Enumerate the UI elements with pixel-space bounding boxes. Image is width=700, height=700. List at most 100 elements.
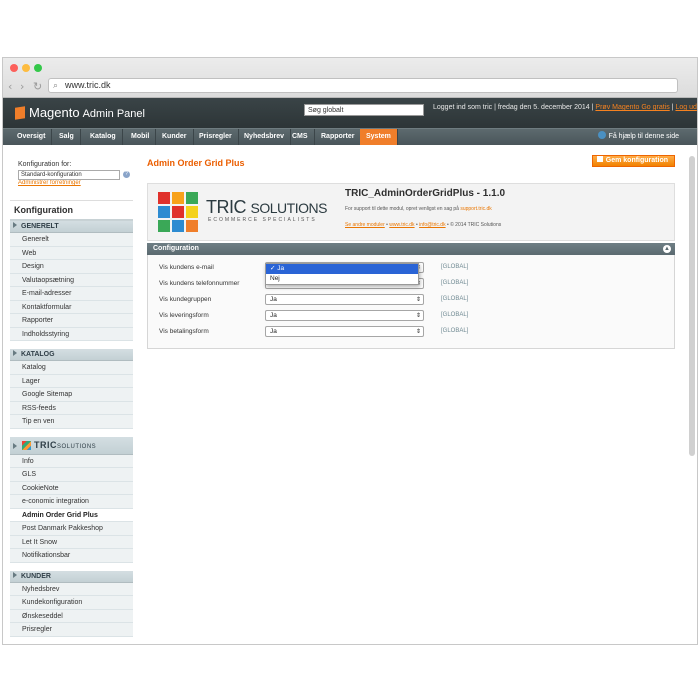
forward-icon[interactable]: › xyxy=(20,80,24,93)
select-arrows-icon: ⇕ xyxy=(415,297,421,303)
maximize-window-button[interactable] xyxy=(34,64,42,72)
sidebar: Konfiguration for: Standard-konfiguratio… xyxy=(10,103,133,637)
scope-label: Konfiguration for: xyxy=(18,161,72,168)
address-bar[interactable]: ⌕ www.tric.dk xyxy=(48,78,678,93)
extension-name: TRIC_AdminOrderGridPlus - 1.1.0 xyxy=(345,188,506,199)
browser-chrome: ‹ › ↻ ⌕ www.tric.dk xyxy=(3,58,697,98)
manage-stores-link[interactable]: Administrer forretninger xyxy=(18,180,133,186)
close-window-button[interactable] xyxy=(10,64,18,72)
field-row-customer-group: Vis kundegruppen Ja ⇕ [GLOBAL] xyxy=(159,294,669,306)
sidebar-item-email-adresser[interactable]: E-mail-adresser xyxy=(10,287,133,301)
sidebar-item-nyhedsbrev[interactable]: Nyhedsbrev xyxy=(10,582,133,596)
brand-name: TRIC xyxy=(206,197,247,217)
section-header[interactable]: Configuration ▲ xyxy=(147,243,675,255)
select-value: Ja xyxy=(270,328,277,335)
sidebar-item-let-it-snow[interactable]: Let It Snow xyxy=(10,535,133,549)
sidebar-group-tric[interactable]: TRICSOLUTIONS xyxy=(10,436,133,455)
page-scrollbar[interactable] xyxy=(689,156,695,456)
main-content: Admin Order Grid Plus Gem konfiguration … xyxy=(147,97,675,349)
brand-suffix: SOLUTIONS xyxy=(250,200,328,216)
scope-help-icon[interactable]: ? xyxy=(123,171,130,178)
sidebar-item-rss-feeds[interactable]: RSS-feeds xyxy=(10,401,133,415)
sidebar-item-oenskeseddel[interactable]: Ønskeseddel xyxy=(10,609,133,623)
support-text: For support til dette modul, opret venli… xyxy=(345,206,492,212)
chevron-right-icon xyxy=(13,222,17,228)
field-label: Vis leveringsform xyxy=(159,312,209,319)
scope-select-value: Standard-konfiguration xyxy=(21,172,82,178)
scope-badge: [GLOBAL] xyxy=(441,280,469,286)
sidebar-item-cookienote[interactable]: CookieNote xyxy=(10,481,133,495)
brand-tagline: ECOMMERCE SPECIALISTS xyxy=(208,217,317,223)
scope-badge: [GLOBAL] xyxy=(441,264,469,270)
group-label: GENERELT xyxy=(21,223,59,230)
scope-badge: [GLOBAL] xyxy=(441,312,469,318)
sidebar-item-katalog[interactable]: Katalog xyxy=(10,361,133,375)
sidebar-item-gls[interactable]: GLS xyxy=(10,468,133,482)
sidebar-item-generelt[interactable]: Generelt xyxy=(10,233,133,247)
group-label: KATALOG xyxy=(21,351,55,358)
tric-label-small: SOLUTIONS xyxy=(57,443,97,450)
save-config-button[interactable]: Gem konfiguration xyxy=(591,155,675,167)
sidebar-item-valuta[interactable]: Valutaopsætning xyxy=(10,273,133,287)
field-label: Vis kundens telefonnummer xyxy=(159,280,240,287)
scope-badge: [GLOBAL] xyxy=(441,328,469,334)
collapse-icon[interactable]: ▲ xyxy=(663,245,671,253)
other-modules-link[interactable]: Se andre moduler xyxy=(345,222,385,228)
sidebar-item-prisregler[interactable]: Prisregler xyxy=(10,623,133,637)
reload-icon[interactable]: ↻ xyxy=(33,80,42,93)
chevron-right-icon xyxy=(13,571,17,578)
group-label: KUNDER xyxy=(21,572,51,580)
select-arrows-icon: ⇕ xyxy=(415,329,421,335)
sidebar-item-info[interactable]: Info xyxy=(10,454,133,468)
support-label: For support til dette modul, opret venli… xyxy=(345,206,459,212)
save-icon xyxy=(596,156,603,162)
dropdown-option-ja[interactable]: ✓ Ja xyxy=(266,264,418,274)
sidebar-item-lager[interactable]: Lager xyxy=(10,374,133,388)
payment-select[interactable]: Ja ⇕ xyxy=(265,326,424,337)
email-link[interactable]: info@tric.dk xyxy=(419,222,445,228)
website-link[interactable]: www.tric.dk xyxy=(389,222,414,228)
field-row-shipping: Vis leveringsform Ja ⇕ [GLOBAL] xyxy=(159,310,669,322)
sidebar-item-kundekonfiguration[interactable]: Kundekonfiguration xyxy=(10,596,133,610)
sidebar-group-katalog[interactable]: KATALOG xyxy=(10,349,133,361)
support-link[interactable]: support.tric.dk xyxy=(460,206,491,212)
sidebar-title: Konfiguration xyxy=(10,200,133,221)
chevron-right-icon xyxy=(13,350,17,356)
field-row-payment: Vis betalingsform Ja ⇕ [GLOBAL] xyxy=(159,326,669,338)
sidebar-group-generelt[interactable]: GENERELT xyxy=(10,221,133,233)
sidebar-item-rapporter[interactable]: Rapporter xyxy=(10,314,133,328)
customer-group-select[interactable]: Ja ⇕ xyxy=(265,294,424,305)
minimize-window-button[interactable] xyxy=(22,64,30,72)
sidebar-item-google-sitemap[interactable]: Google Sitemap xyxy=(10,388,133,402)
scope-select[interactable]: Standard-konfiguration xyxy=(18,170,120,180)
section-title: Configuration xyxy=(153,245,199,252)
search-icon: ⌕ xyxy=(53,80,59,90)
logout-link[interactable]: Log ud xyxy=(675,104,696,111)
sidebar-item-tip-en-ven[interactable]: Tip en ven xyxy=(10,415,133,429)
tric-label: TRIC xyxy=(34,439,57,450)
banner-links: Se andre moduler • www.tric.dk • info@tr… xyxy=(345,222,502,228)
tric-logo-icon xyxy=(22,440,31,450)
sidebar-item-indholdsstyring[interactable]: Indholdsstyring xyxy=(10,327,133,341)
dropdown-option-nej[interactable]: Nej xyxy=(266,274,418,284)
field-label: Vis kundens e-mail xyxy=(159,264,214,271)
select-value: Ja xyxy=(270,296,277,303)
back-icon[interactable]: ‹ xyxy=(8,80,12,93)
tric-brand: TRIC SOLUTIONS xyxy=(206,197,327,218)
sidebar-item-web[interactable]: Web xyxy=(10,246,133,260)
sidebar-item-design[interactable]: Design xyxy=(10,260,133,274)
sidebar-item-post-danmark[interactable]: Post Danmark Pakkeshop xyxy=(10,522,133,536)
address-url: www.tric.dk xyxy=(65,80,111,90)
select-value: Ja xyxy=(270,312,277,319)
shipping-select[interactable]: Ja ⇕ xyxy=(265,310,424,321)
sidebar-item-notifikationsbar[interactable]: Notifikationsbar xyxy=(10,549,133,563)
scope-badge: [GLOBAL] xyxy=(441,296,469,302)
sidebar-item-admin-order-grid-plus[interactable]: Admin Order Grid Plus xyxy=(10,508,133,522)
sidebar-item-kontaktformular[interactable]: Kontaktformular xyxy=(10,300,133,314)
copyright-text: © 2014 TRIC Solutions xyxy=(450,222,502,228)
sidebar-item-economic[interactable]: e-conomic integration xyxy=(10,495,133,509)
select-arrows-icon: ⇕ xyxy=(415,313,421,319)
save-label: Gem konfiguration xyxy=(605,157,668,164)
tric-group-label: TRICSOLUTIONS xyxy=(34,440,96,450)
sidebar-group-kunder[interactable]: KUNDER xyxy=(10,570,133,583)
